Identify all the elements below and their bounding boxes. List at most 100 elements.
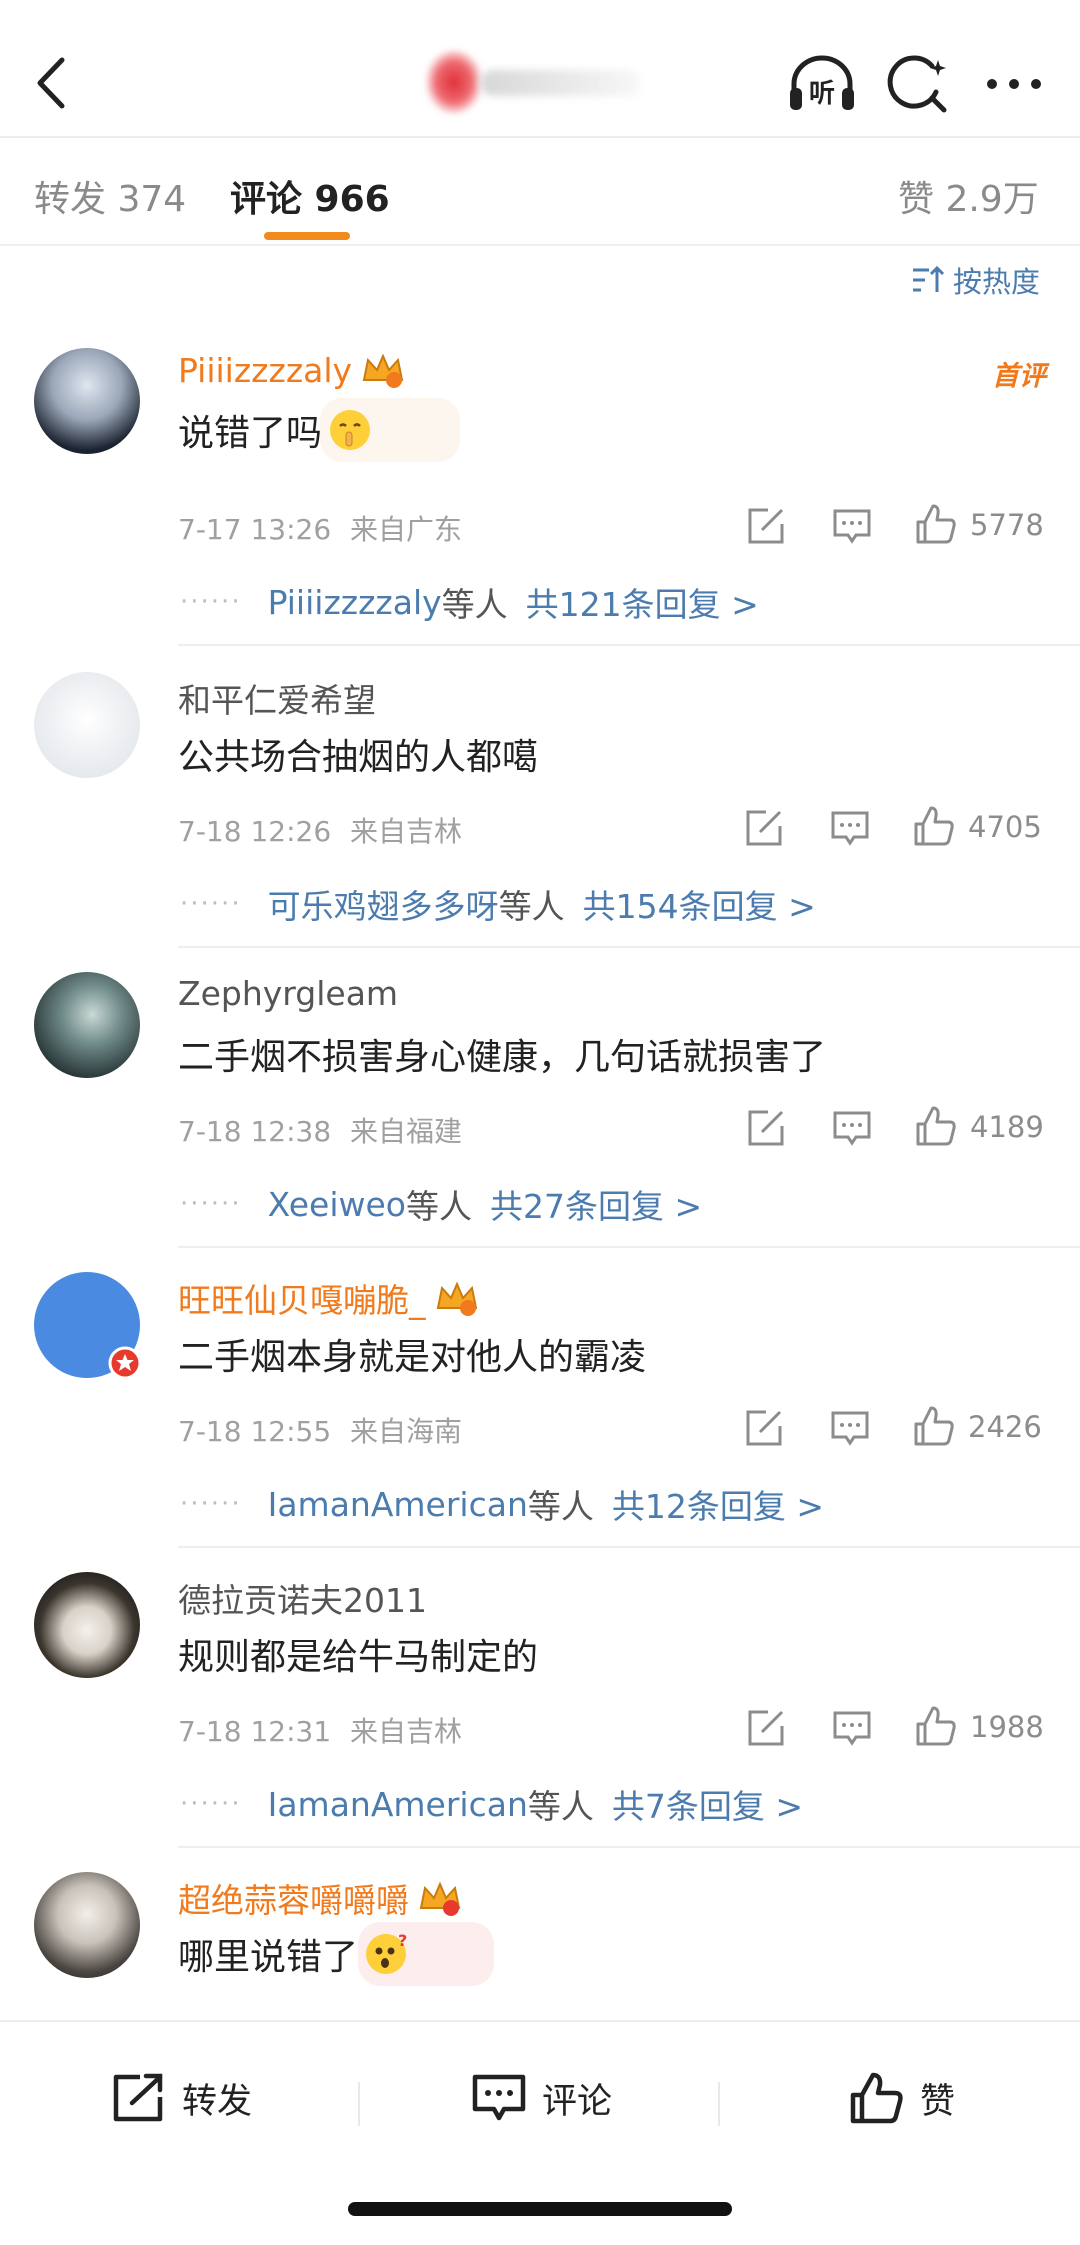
repost-icon[interactable]: [742, 806, 786, 850]
comment-time: 7-18 12:38: [178, 1115, 332, 1148]
reply-count[interactable]: 共154条回复 >: [583, 880, 816, 928]
divider: [178, 1846, 1080, 1848]
comment-item: Zephyrgleam 二手烟不损害身心健康，几句话就损害了 7-18 12:3…: [0, 952, 1080, 1252]
like-button[interactable]: 赞: [848, 2066, 955, 2130]
crown-badge-icon: [436, 1281, 477, 1316]
reply-icon[interactable]: [830, 1706, 874, 1750]
headphone-icon: 听: [790, 55, 854, 110]
comment-item: 德拉贡诺夫2011 规则都是给牛马制定的 7-18 12:31 来自吉林 198…: [0, 1552, 1080, 1852]
first-comment-badge: 首评: [992, 361, 1046, 392]
reply-etc: 等人: [527, 1787, 594, 1826]
reply-count[interactable]: 共12条回复 >: [612, 1480, 824, 1528]
reply-count[interactable]: 共27条回复 >: [490, 1180, 702, 1228]
reply-icon[interactable]: [828, 1406, 872, 1450]
more-icon[interactable]: [982, 52, 1046, 116]
comment-icon: [472, 2074, 526, 2121]
back-icon[interactable]: [22, 48, 82, 118]
like-count: 2426: [968, 1410, 1042, 1444]
username[interactable]: 和平仁爱希望: [178, 674, 376, 722]
repost-icon[interactable]: [744, 1706, 788, 1750]
repost-icon: [113, 2073, 163, 2122]
blurred-author-title: [420, 50, 650, 114]
repost-icon[interactable]: [742, 1406, 786, 1450]
comment-time: 7-18 12:31: [178, 1715, 332, 1748]
reply-etc: 等人: [498, 887, 565, 926]
reply-icon[interactable]: [830, 504, 874, 548]
repost-button[interactable]: 转发: [110, 2066, 252, 2130]
like-icon[interactable]: [914, 1704, 958, 1748]
username[interactable]: 超绝蒜蓉嚼嚼嚼: [178, 1874, 409, 1922]
reply-etc: 等人: [441, 585, 508, 624]
tab-likes[interactable]: 赞 2.9万: [898, 170, 1039, 222]
repost-label: 转发: [182, 2081, 253, 2122]
listen-button[interactable]: 听: [786, 52, 858, 116]
shush-emoji-icon: [330, 410, 371, 450]
like-count: 4189: [970, 1110, 1044, 1144]
replies-link[interactable]: ······ IamanAmerican 等人 共12条回复 >: [180, 1480, 824, 1528]
home-indicator[interactable]: [348, 2202, 732, 2216]
username[interactable]: Piiiizzzzaly: [178, 351, 352, 390]
like-icon[interactable]: [914, 502, 958, 546]
replies-link[interactable]: ······ Xeeiweo 等人 共27条回复 >: [180, 1180, 702, 1228]
tab-comments[interactable]: 评论 966: [230, 170, 390, 222]
username[interactable]: Zephyrgleam: [178, 974, 398, 1013]
active-tab-indicator: [264, 232, 350, 240]
reply-user[interactable]: IamanAmerican: [268, 1485, 528, 1524]
reply-icon[interactable]: [828, 806, 872, 850]
replies-link[interactable]: ······ 可乐鸡翅多多呀 等人 共154条回复 >: [180, 880, 816, 928]
tab-repost[interactable]: 转发 374: [34, 170, 186, 222]
like-count: 4705: [968, 810, 1042, 844]
comment-text: 说错了吗: [178, 413, 323, 454]
comment-location: 来自吉林: [350, 1715, 463, 1748]
comment-location: 来自广东: [350, 513, 463, 546]
tab-bar: 转发 374 评论 966 赞 2.9万: [0, 140, 1080, 246]
comment-text: 公共场合抽烟的人都噶: [178, 737, 539, 778]
verified-badge-icon: [108, 1346, 142, 1380]
svg-text:?: ?: [398, 1932, 407, 1950]
reply-etc: 等人: [527, 1487, 594, 1526]
comment-location: 来自吉林: [350, 815, 463, 848]
reply-user[interactable]: Piiiizzzzaly: [268, 583, 442, 622]
comment-item: 旺旺仙贝嘎嘣脆_ 二手烟本身就是对他人的霸凌 7-18 12:55 来自海南 2…: [0, 1252, 1080, 1552]
like-icon[interactable]: [912, 1404, 956, 1448]
avatar[interactable]: [34, 972, 140, 1078]
avatar[interactable]: [34, 348, 140, 454]
sort-by-heat-button[interactable]: 按热度: [911, 260, 1040, 300]
repost-icon[interactable]: [744, 504, 788, 548]
comment-time: 7-18 12:55: [178, 1415, 332, 1448]
top-nav-bar: 听: [0, 0, 1080, 138]
avatar[interactable]: [34, 1272, 142, 1380]
reply-user[interactable]: Xeeiweo: [268, 1185, 406, 1224]
like-icon[interactable]: [912, 804, 956, 848]
comment-text: 哪里说错了: [178, 1937, 359, 1978]
divider: [178, 1546, 1080, 1548]
comment-location: 来自福建: [350, 1115, 463, 1148]
sort-icon: [912, 265, 945, 292]
reply-count[interactable]: 共121条回复 >: [526, 578, 759, 626]
reply-user[interactable]: 可乐鸡翅多多呀: [268, 880, 499, 928]
crown-badge-icon: [362, 353, 404, 388]
like-count: 5778: [970, 508, 1044, 542]
reply-count[interactable]: 共7条回复 >: [612, 1780, 803, 1828]
divider: [178, 644, 1080, 646]
comment-location: 来自海南: [350, 1415, 463, 1448]
search-icon[interactable]: [886, 52, 950, 116]
reply-icon[interactable]: [830, 1106, 874, 1150]
confused-emoji-icon: ?: [366, 1932, 407, 1974]
repost-icon[interactable]: [744, 1106, 788, 1150]
reply-user[interactable]: IamanAmerican: [268, 1785, 528, 1824]
replies-link[interactable]: ······ Piiiizzzzaly 等人 共121条回复 >: [180, 578, 759, 626]
like-icon[interactable]: [914, 1104, 958, 1148]
comment-text: 规则都是给牛马制定的: [178, 1637, 539, 1678]
avatar[interactable]: [34, 1572, 140, 1678]
comment-item: 超绝蒜蓉嚼嚼嚼 哪里说错了 ?: [0, 1852, 1080, 2020]
comment-button[interactable]: 评论: [470, 2066, 612, 2130]
comment-item: 和平仁爱希望 公共场合抽烟的人都噶 7-18 12:26 来自吉林 4705 ·…: [0, 652, 1080, 952]
username[interactable]: 旺旺仙贝嘎嘣脆_: [178, 1274, 426, 1322]
reply-etc: 等人: [405, 1187, 472, 1226]
username[interactable]: 德拉贡诺夫2011: [178, 1574, 427, 1622]
divider: [178, 946, 1080, 948]
replies-link[interactable]: ······ IamanAmerican 等人 共7条回复 >: [180, 1780, 803, 1828]
avatar[interactable]: [34, 1872, 140, 1978]
avatar[interactable]: [34, 672, 140, 778]
